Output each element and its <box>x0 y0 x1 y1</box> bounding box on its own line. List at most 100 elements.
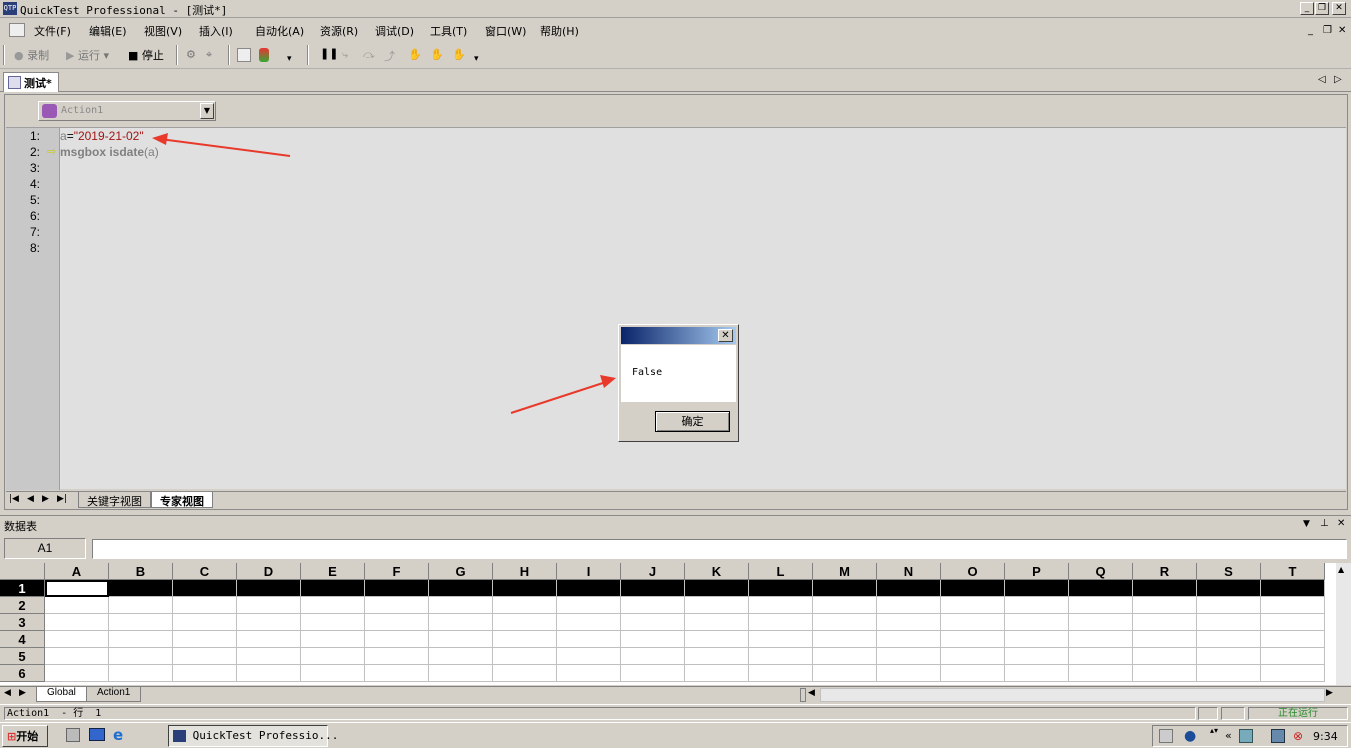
table-cell[interactable] <box>173 580 237 597</box>
table-cell[interactable] <box>365 597 429 614</box>
horizontal-scrollbar[interactable] <box>820 688 1325 702</box>
table-cell[interactable] <box>109 665 173 682</box>
table-cell[interactable] <box>1261 648 1325 665</box>
table-cell[interactable] <box>45 614 109 631</box>
pin-icon[interactable]: ⊥ <box>1320 518 1329 529</box>
table-cell[interactable] <box>941 580 1005 597</box>
close-icon[interactable]: ✕ <box>1337 518 1345 529</box>
table-cell[interactable] <box>1005 631 1069 648</box>
table-cell[interactable] <box>1069 580 1133 597</box>
table-cell[interactable] <box>237 580 301 597</box>
table-cell[interactable] <box>621 648 685 665</box>
table-cell[interactable] <box>813 665 877 682</box>
table-cell[interactable] <box>109 580 173 597</box>
grid-corner[interactable] <box>0 563 45 580</box>
table-cell[interactable] <box>557 648 621 665</box>
table-cell[interactable] <box>1197 614 1261 631</box>
table-cell[interactable] <box>109 614 173 631</box>
show-desktop-icon[interactable] <box>66 728 80 742</box>
table-cell[interactable] <box>429 648 493 665</box>
table-cell[interactable] <box>429 631 493 648</box>
table-cell[interactable] <box>1069 665 1133 682</box>
dialog-close-button[interactable]: ✕ <box>718 329 733 342</box>
table-cell[interactable] <box>1261 614 1325 631</box>
table-cell[interactable] <box>1197 580 1261 597</box>
table-cell[interactable] <box>813 614 877 631</box>
table-cell[interactable] <box>1261 665 1325 682</box>
table-cell[interactable] <box>365 665 429 682</box>
table-cell[interactable] <box>429 580 493 597</box>
table-cell[interactable] <box>365 580 429 597</box>
table-cell[interactable] <box>557 597 621 614</box>
table-cell[interactable] <box>1133 597 1197 614</box>
table-cell[interactable] <box>45 648 109 665</box>
table-cell[interactable] <box>685 648 749 665</box>
table-cell[interactable] <box>365 614 429 631</box>
formula-input[interactable] <box>92 539 1347 559</box>
security-alert-icon[interactable]: ⊗ <box>1293 729 1303 743</box>
table-cell[interactable] <box>301 597 365 614</box>
table-cell[interactable] <box>621 665 685 682</box>
table-cell[interactable] <box>45 597 109 614</box>
table-cell[interactable] <box>557 631 621 648</box>
table-cell[interactable] <box>493 614 557 631</box>
table-cell[interactable] <box>173 614 237 631</box>
splitter[interactable] <box>800 688 806 702</box>
network-icon[interactable] <box>1239 729 1253 743</box>
column-header-n[interactable]: N <box>877 563 941 580</box>
table-cell[interactable] <box>877 648 941 665</box>
row-header-6[interactable]: 6 <box>0 665 45 682</box>
table-cell[interactable] <box>173 665 237 682</box>
tray-chevron-icon[interactable]: ▴▾ <box>1210 726 1218 735</box>
column-header-j[interactable]: J <box>621 563 685 580</box>
cell-reference-box[interactable]: A1 <box>4 538 86 559</box>
table-cell[interactable] <box>429 614 493 631</box>
ie-icon[interactable]: e <box>113 726 123 744</box>
table-cell[interactable] <box>173 597 237 614</box>
vertical-scrollbar[interactable]: ▲ <box>1336 563 1351 685</box>
table-cell[interactable] <box>749 665 813 682</box>
table-cell[interactable] <box>301 614 365 631</box>
table-cell[interactable] <box>621 631 685 648</box>
table-cell[interactable] <box>109 597 173 614</box>
table-cell[interactable] <box>1133 614 1197 631</box>
display-icon[interactable] <box>1271 729 1285 743</box>
start-button[interactable]: ⊞开始 <box>2 725 48 747</box>
chevron-down-icon[interactable]: ▼ <box>1303 519 1310 529</box>
table-cell[interactable] <box>493 631 557 648</box>
table-cell[interactable] <box>109 648 173 665</box>
table-cell[interactable] <box>45 580 109 597</box>
next-sheet-icon[interactable]: ▶ <box>19 688 26 698</box>
table-cell[interactable] <box>621 580 685 597</box>
column-header-h[interactable]: H <box>493 563 557 580</box>
ok-button[interactable]: 确定 <box>655 411 730 432</box>
sheet-tab-action1[interactable]: Action1 <box>86 687 142 702</box>
table-cell[interactable] <box>301 580 365 597</box>
column-header-r[interactable]: R <box>1133 563 1197 580</box>
column-header-p[interactable]: P <box>1005 563 1069 580</box>
row-header-3[interactable]: 3 <box>0 614 45 631</box>
column-header-s[interactable]: S <box>1197 563 1261 580</box>
explorer-icon[interactable] <box>89 728 105 741</box>
table-cell[interactable] <box>493 580 557 597</box>
table-cell[interactable] <box>1261 597 1325 614</box>
row-header-2[interactable]: 2 <box>0 597 45 614</box>
taskbar-item-qtp[interactable]: QuickTest Professio... <box>168 725 338 747</box>
table-cell[interactable] <box>301 631 365 648</box>
table-cell[interactable] <box>429 597 493 614</box>
table-cell[interactable] <box>877 631 941 648</box>
column-header-o[interactable]: O <box>941 563 1005 580</box>
column-header-m[interactable]: M <box>813 563 877 580</box>
column-header-q[interactable]: Q <box>1069 563 1133 580</box>
table-cell[interactable] <box>813 648 877 665</box>
table-cell[interactable] <box>877 614 941 631</box>
table-cell[interactable] <box>1261 580 1325 597</box>
column-header-b[interactable]: B <box>109 563 173 580</box>
table-cell[interactable] <box>493 648 557 665</box>
table-cell[interactable] <box>749 614 813 631</box>
table-cell[interactable] <box>749 580 813 597</box>
table-cell[interactable] <box>365 648 429 665</box>
table-cell[interactable] <box>1069 597 1133 614</box>
table-cell[interactable] <box>429 665 493 682</box>
table-cell[interactable] <box>621 597 685 614</box>
